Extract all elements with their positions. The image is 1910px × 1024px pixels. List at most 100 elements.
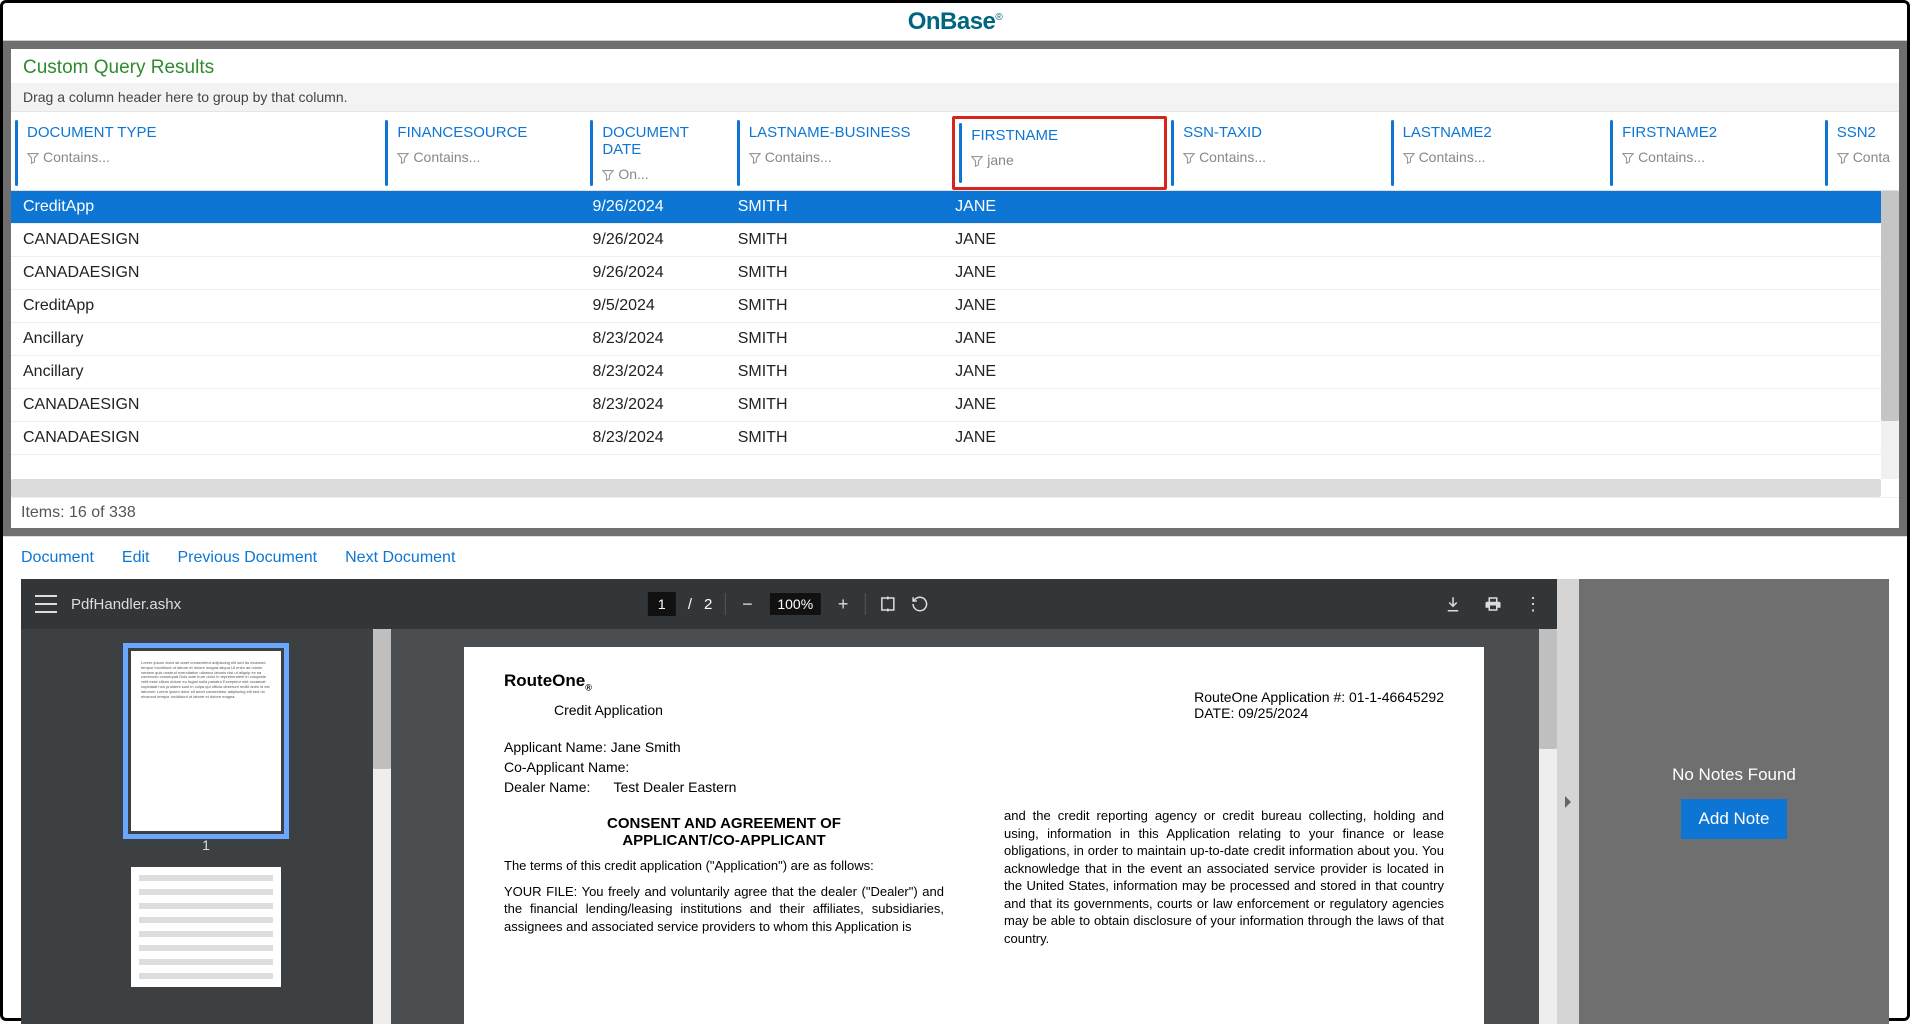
column-title[interactable]: SSN2 [1829, 120, 1876, 145]
column-header-firstname[interactable]: FIRSTNAME jane [952, 116, 1167, 190]
hamburger-icon[interactable] [35, 595, 57, 613]
filter-text[interactable]: Contains... [43, 149, 110, 165]
cell: SMITH [726, 264, 943, 282]
viewer-row: PdfHandler.ashx 1 / 2 − 100% + [3, 579, 1907, 1024]
thumbnail-pane: Lorem ipsum dolor sit amet consectetur a… [21, 629, 391, 1024]
column-header-financesource[interactable]: FINANCESOURCE Contains... [381, 116, 586, 190]
cell: 9/26/2024 [581, 264, 726, 282]
table-row[interactable]: CANADAESIGN8/23/2024SMITHJANE [11, 389, 1881, 422]
filter-icon [1183, 151, 1195, 163]
column-filter[interactable]: Contains... [1175, 145, 1379, 169]
thumbnail-1[interactable]: Lorem ipsum dolor sit amet consectetur a… [131, 651, 281, 853]
cell: JANE [943, 429, 1156, 447]
column-title[interactable]: SSN-TAXID [1175, 120, 1262, 145]
filter-icon [749, 151, 761, 163]
document-pane[interactable]: RouteOne® Credit Application RouteOne Ap… [391, 629, 1557, 1024]
column-filter[interactable]: Contains... [1614, 145, 1813, 169]
column-filter[interactable]: Conta [1829, 145, 1891, 169]
fit-page-button[interactable] [878, 594, 898, 614]
column-title[interactable]: DOCUMENT TYPE [19, 120, 156, 145]
more-menu-button[interactable]: ⋮ [1523, 594, 1543, 614]
cell: 8/23/2024 [581, 363, 726, 381]
table-row[interactable]: Ancillary8/23/2024SMITHJANE [11, 323, 1881, 356]
column-header-document-date[interactable]: DOCUMENT DATE On... [586, 116, 732, 190]
print-button[interactable] [1483, 594, 1503, 614]
expand-notes-handle[interactable] [1557, 579, 1579, 1024]
filter-text[interactable]: Contains... [413, 149, 480, 165]
table-row[interactable]: CANADAESIGN8/23/2024SMITHJANE [11, 422, 1881, 455]
cell: Ancillary [11, 330, 378, 348]
filter-text[interactable]: On... [618, 166, 648, 182]
column-header-ssn-taxid[interactable]: SSN-TAXID Contains... [1167, 116, 1387, 190]
table-row[interactable]: CANADAESIGN9/26/2024SMITHJANE [11, 257, 1881, 290]
column-filter[interactable]: jane [963, 148, 1156, 172]
zoom-out-button[interactable]: − [737, 594, 757, 614]
cell: JANE [943, 363, 1156, 381]
cell: 9/5/2024 [581, 297, 726, 315]
column-title[interactable]: FINANCESOURCE [389, 120, 527, 145]
app-logo: OnBase® [908, 8, 1003, 36]
column-filter[interactable]: Contains... [19, 145, 373, 169]
menu-document[interactable]: Document [21, 549, 94, 567]
thumbnail-2[interactable] [131, 867, 281, 987]
zoom-level[interactable]: 100% [769, 593, 821, 615]
column-title[interactable]: FIRSTNAME [963, 123, 1058, 148]
table-row[interactable]: CreditApp9/5/2024SMITHJANE [11, 290, 1881, 323]
table-row[interactable]: Ancillary8/23/2024SMITHJANE [11, 356, 1881, 389]
column-header-lastname2[interactable]: LASTNAME2 Contains... [1387, 116, 1607, 190]
column-title[interactable]: LASTNAME2 [1395, 120, 1492, 145]
cell: JANE [943, 264, 1156, 282]
column-title[interactable]: DOCUMENT DATE [594, 120, 724, 162]
results-frame: Custom Query Results Drag a column heade… [3, 41, 1907, 536]
consent-right-para: and the credit reporting agency or credi… [1004, 807, 1444, 947]
coapplicant-line: Co-Applicant Name: [504, 759, 1444, 775]
cell: SMITH [726, 231, 943, 249]
column-filter[interactable]: Contains... [389, 145, 578, 169]
rotate-button[interactable] [910, 594, 930, 614]
cell: SMITH [726, 198, 943, 216]
thumbnail-page-2[interactable] [131, 867, 281, 987]
cell: 9/26/2024 [581, 231, 726, 249]
thumbnail-scrollbar[interactable] [373, 629, 391, 1024]
thumbnail-page-1[interactable]: Lorem ipsum dolor sit amet consectetur a… [131, 651, 281, 831]
column-title[interactable]: LASTNAME-BUSINESS [741, 120, 911, 145]
column-header-firstname2[interactable]: FIRSTNAME2 Contains... [1606, 116, 1821, 190]
doc-title: Credit Application [554, 702, 663, 718]
grid-vertical-scrollbar[interactable] [1881, 191, 1899, 479]
download-button[interactable] [1443, 594, 1463, 614]
filter-icon [602, 168, 614, 180]
filter-text[interactable]: Conta [1853, 149, 1890, 165]
column-filter[interactable]: On... [594, 162, 724, 186]
filter-text[interactable]: Contains... [1199, 149, 1266, 165]
filter-icon [971, 154, 983, 166]
column-header-document-type[interactable]: DOCUMENT TYPE Contains... [11, 116, 381, 190]
zoom-in-button[interactable]: + [833, 594, 853, 614]
document-scrollbar[interactable] [1539, 629, 1557, 1024]
page-current-input[interactable]: 1 [648, 592, 676, 616]
menu-previous-document[interactable]: Previous Document [178, 549, 318, 567]
divider [724, 593, 725, 615]
pdf-toolbar-right: ⋮ [1443, 594, 1543, 614]
add-note-button[interactable]: Add Note [1681, 799, 1788, 839]
column-header-ssn2[interactable]: SSN2 Conta [1821, 116, 1899, 190]
table-row[interactable]: CANADAESIGN9/26/2024SMITHJANE [11, 224, 1881, 257]
menu-next-document[interactable]: Next Document [345, 549, 455, 567]
table-row[interactable]: CreditApp9/26/2024SMITHJANE [11, 191, 1881, 224]
filter-text[interactable]: jane [987, 152, 1013, 168]
thumbnail-1-number: 1 [202, 837, 210, 853]
menu-edit[interactable]: Edit [122, 549, 150, 567]
column-filter[interactable]: Contains... [1395, 145, 1599, 169]
pdf-body: Lorem ipsum dolor sit amet consectetur a… [21, 629, 1557, 1024]
consent-para1: The terms of this credit application ("A… [504, 857, 944, 875]
dealer-line: Dealer Name: Test Dealer Eastern [504, 779, 1444, 795]
app-header: OnBase® [3, 3, 1907, 41]
filter-text[interactable]: Contains... [765, 149, 832, 165]
column-title[interactable]: FIRSTNAME2 [1614, 120, 1717, 145]
column-filter[interactable]: Contains... [741, 145, 945, 169]
filter-text[interactable]: Contains... [1638, 149, 1705, 165]
column-header-lastname-business[interactable]: LASTNAME-BUSINESS Contains... [733, 116, 953, 190]
filter-text[interactable]: Contains... [1419, 149, 1486, 165]
grid-horizontal-scrollbar[interactable] [11, 479, 1881, 497]
group-by-drop-zone[interactable]: Drag a column header here to group by th… [11, 83, 1899, 112]
divider [865, 593, 866, 615]
